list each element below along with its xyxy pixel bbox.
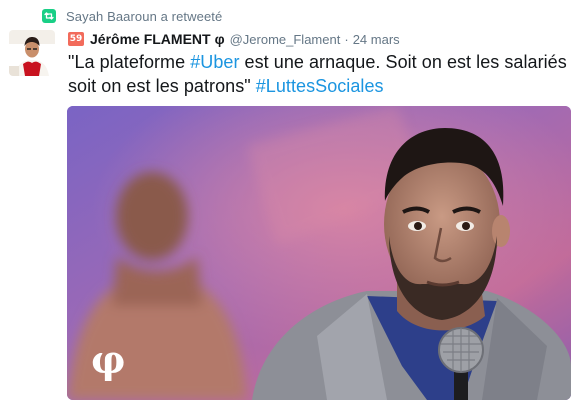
retweet-icon bbox=[42, 9, 56, 23]
avatar[interactable] bbox=[9, 30, 55, 76]
author-name[interactable]: Jérôme FLAMENT bbox=[90, 31, 211, 47]
retweet-context: Sayah Baaroun a retweeté bbox=[42, 6, 222, 26]
tweet-text: "La plateforme #Uber est une arnaque. So… bbox=[68, 50, 573, 98]
hashtag-link[interactable]: #LuttesSociales bbox=[256, 76, 384, 96]
watermark-logo: φ bbox=[91, 337, 126, 382]
tweet-media-image[interactable]: φ bbox=[67, 106, 571, 400]
author-name-symbol: φ bbox=[214, 31, 225, 47]
tweet-text-part: "La plateforme bbox=[68, 52, 191, 72]
hashtag-link[interactable]: #Uber bbox=[190, 52, 239, 72]
tweet-header: 59 Jérôme FLAMENT φ @Jerome_Flament · 24… bbox=[68, 29, 400, 49]
tweet: Sayah Baaroun a retweeté 59 Jérôme FLAME… bbox=[0, 0, 583, 409]
tweet-timestamp[interactable]: 24 mars bbox=[353, 32, 400, 47]
retweet-label[interactable]: Sayah Baaroun a retweeté bbox=[66, 9, 222, 24]
badge-icon: 59 bbox=[68, 32, 84, 46]
separator-dot: · bbox=[344, 31, 349, 47]
author-handle[interactable]: @Jerome_Flament bbox=[230, 32, 341, 47]
